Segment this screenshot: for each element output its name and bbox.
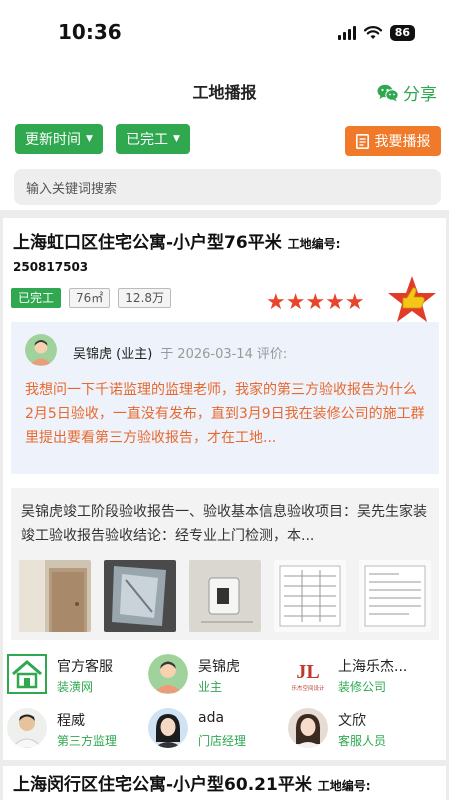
reviewer-name: 吴锦虎 (业主) xyxy=(73,347,153,362)
manager-avatar-icon xyxy=(148,708,188,748)
member-name: 官方客服 xyxy=(57,659,113,675)
report-photo[interactable] xyxy=(104,560,176,632)
thumbs-up-badge-icon xyxy=(388,276,436,322)
member-role: 第三方监理 xyxy=(57,734,118,748)
battery-icon: 86 xyxy=(389,25,415,41)
member-name: 程威 xyxy=(57,713,85,729)
wifi-icon xyxy=(363,26,382,39)
project-code-label: 工地编号: xyxy=(287,237,341,251)
report-photo[interactable] xyxy=(359,560,431,632)
status-badge: 已完工 xyxy=(11,288,62,308)
member-role: 门店经理 xyxy=(198,734,247,748)
chevron-down-icon: ▼ xyxy=(86,134,93,144)
team-member[interactable]: 吴锦虎 业主 xyxy=(144,650,290,700)
stage-label: 已完工 xyxy=(126,132,168,148)
project-title[interactable]: 上海虹口区住宅公寓-小户型76平米 工地编号: 250817503 xyxy=(13,232,443,278)
user-avatar-icon xyxy=(148,654,188,694)
chevron-down-icon: ▼ xyxy=(173,134,180,144)
member-name: 文欣 xyxy=(338,713,366,729)
signal-icon xyxy=(337,26,356,40)
member-name: 上海乐杰... xyxy=(338,659,408,675)
supervisor-avatar-icon xyxy=(7,708,47,748)
report-text: 吴锦虎竣工阶段验收报告一、验收基本信息验收项目：吴先生家装竣工验收报告验收结论：… xyxy=(21,504,427,544)
report-photo[interactable] xyxy=(189,560,261,632)
avatar xyxy=(25,334,57,366)
area-tag: 76㎡ xyxy=(69,288,111,308)
team-member[interactable]: JL 乐杰空间设计 上海乐杰... 装修公司 xyxy=(284,650,430,700)
wechat-icon xyxy=(377,84,399,101)
company-logo-subtext: 乐杰空间设计 xyxy=(291,684,325,692)
member-name: ada xyxy=(198,710,225,726)
project-name: 上海闵行区住宅公寓-小户型60.21平米 xyxy=(13,775,312,795)
owner-review[interactable]: 吴锦虎 (业主) 于 2026-03-14 评价: 我想问一下千诺监理的监理老师，我家… xyxy=(11,322,439,474)
report-label: 我要播报 xyxy=(374,134,431,150)
photo-gallery xyxy=(19,560,431,632)
member-name: 吴锦虎 xyxy=(198,659,240,675)
status-time: 10:36 xyxy=(58,20,122,44)
share-label: 分享 xyxy=(403,85,437,105)
member-role: 客服人员 xyxy=(338,734,387,748)
status-bar: 10:36 86 xyxy=(0,0,449,62)
company-logo-icon: JL 乐杰空间设计 xyxy=(288,654,328,694)
company-logo-text: JL xyxy=(296,661,319,683)
search-placeholder: 输入关键词搜索 xyxy=(26,181,118,197)
member-role: 装修公司 xyxy=(338,680,387,694)
project-title[interactable]: 上海闵行区住宅公寓-小户型60.21平米 工地编号: xyxy=(13,774,443,797)
project-tags: 已完工 76㎡ 12.8万 xyxy=(11,288,172,308)
project-card[interactable]: 上海虹口区住宅公寓-小户型76平米 工地编号: 250817503 已完工 76… xyxy=(3,218,446,760)
rating-stars-icon: ★★★★★ xyxy=(266,290,365,315)
project-code-label: 工地编号: xyxy=(317,779,371,793)
sort-label: 更新时间 xyxy=(25,132,81,148)
team-member[interactable]: 官方客服 装潢网 xyxy=(3,650,149,700)
review-date: 2026-03-14 xyxy=(177,347,253,362)
document-icon xyxy=(355,133,369,149)
report-button[interactable]: 我要播报 xyxy=(345,126,441,156)
acceptance-report[interactable]: 吴锦虎竣工阶段验收报告一、验收基本信息验收项目：吴先生家装竣工验收报告验收结论：… xyxy=(11,488,439,640)
filter-panel: 更新时间 ▼ 已完工 ▼ 我要播报 输入关键词搜索 xyxy=(0,114,449,210)
search-input[interactable]: 输入关键词搜索 xyxy=(14,169,441,205)
report-photo[interactable] xyxy=(274,560,346,632)
project-card[interactable]: 上海闵行区住宅公寓-小户型60.21平米 工地编号: xyxy=(3,766,446,800)
nav-bar: 工地播报 分享 xyxy=(0,62,449,114)
project-name: 上海虹口区住宅公寓-小户型76平米 xyxy=(13,233,282,253)
service-avatar-icon xyxy=(288,708,328,748)
sort-dropdown[interactable]: 更新时间 ▼ xyxy=(15,124,103,154)
review-at: 于 xyxy=(160,347,174,362)
team-member[interactable]: ada 门店经理 xyxy=(144,704,290,754)
member-role: 装潢网 xyxy=(57,680,94,694)
review-text: 我想问一下千诺监理的监理老师，我家的第三方验收报告为什么2月5日验收，一直没有发… xyxy=(25,382,425,446)
share-button[interactable]: 分享 xyxy=(377,80,437,105)
team-member[interactable]: 程威 第三方监理 xyxy=(3,704,149,754)
project-code: 250817503 xyxy=(13,260,89,274)
budget-tag: 12.8万 xyxy=(118,288,172,308)
member-role: 业主 xyxy=(198,680,223,694)
house-logo-icon xyxy=(7,654,47,694)
review-label: 评价: xyxy=(256,347,288,362)
reviewer-line: 吴锦虎 (业主) 于 2026-03-14 评价: xyxy=(73,343,287,362)
status-icons: 86 xyxy=(337,25,415,41)
project-team: 官方客服 装潢网 吴锦虎 业主 JL 乐杰空间设计 上海乐杰... 装修公司 程… xyxy=(3,648,446,760)
report-photo[interactable] xyxy=(19,560,91,632)
stage-dropdown[interactable]: 已完工 ▼ xyxy=(116,124,190,154)
team-member[interactable]: 文欣 客服人员 xyxy=(284,704,430,754)
